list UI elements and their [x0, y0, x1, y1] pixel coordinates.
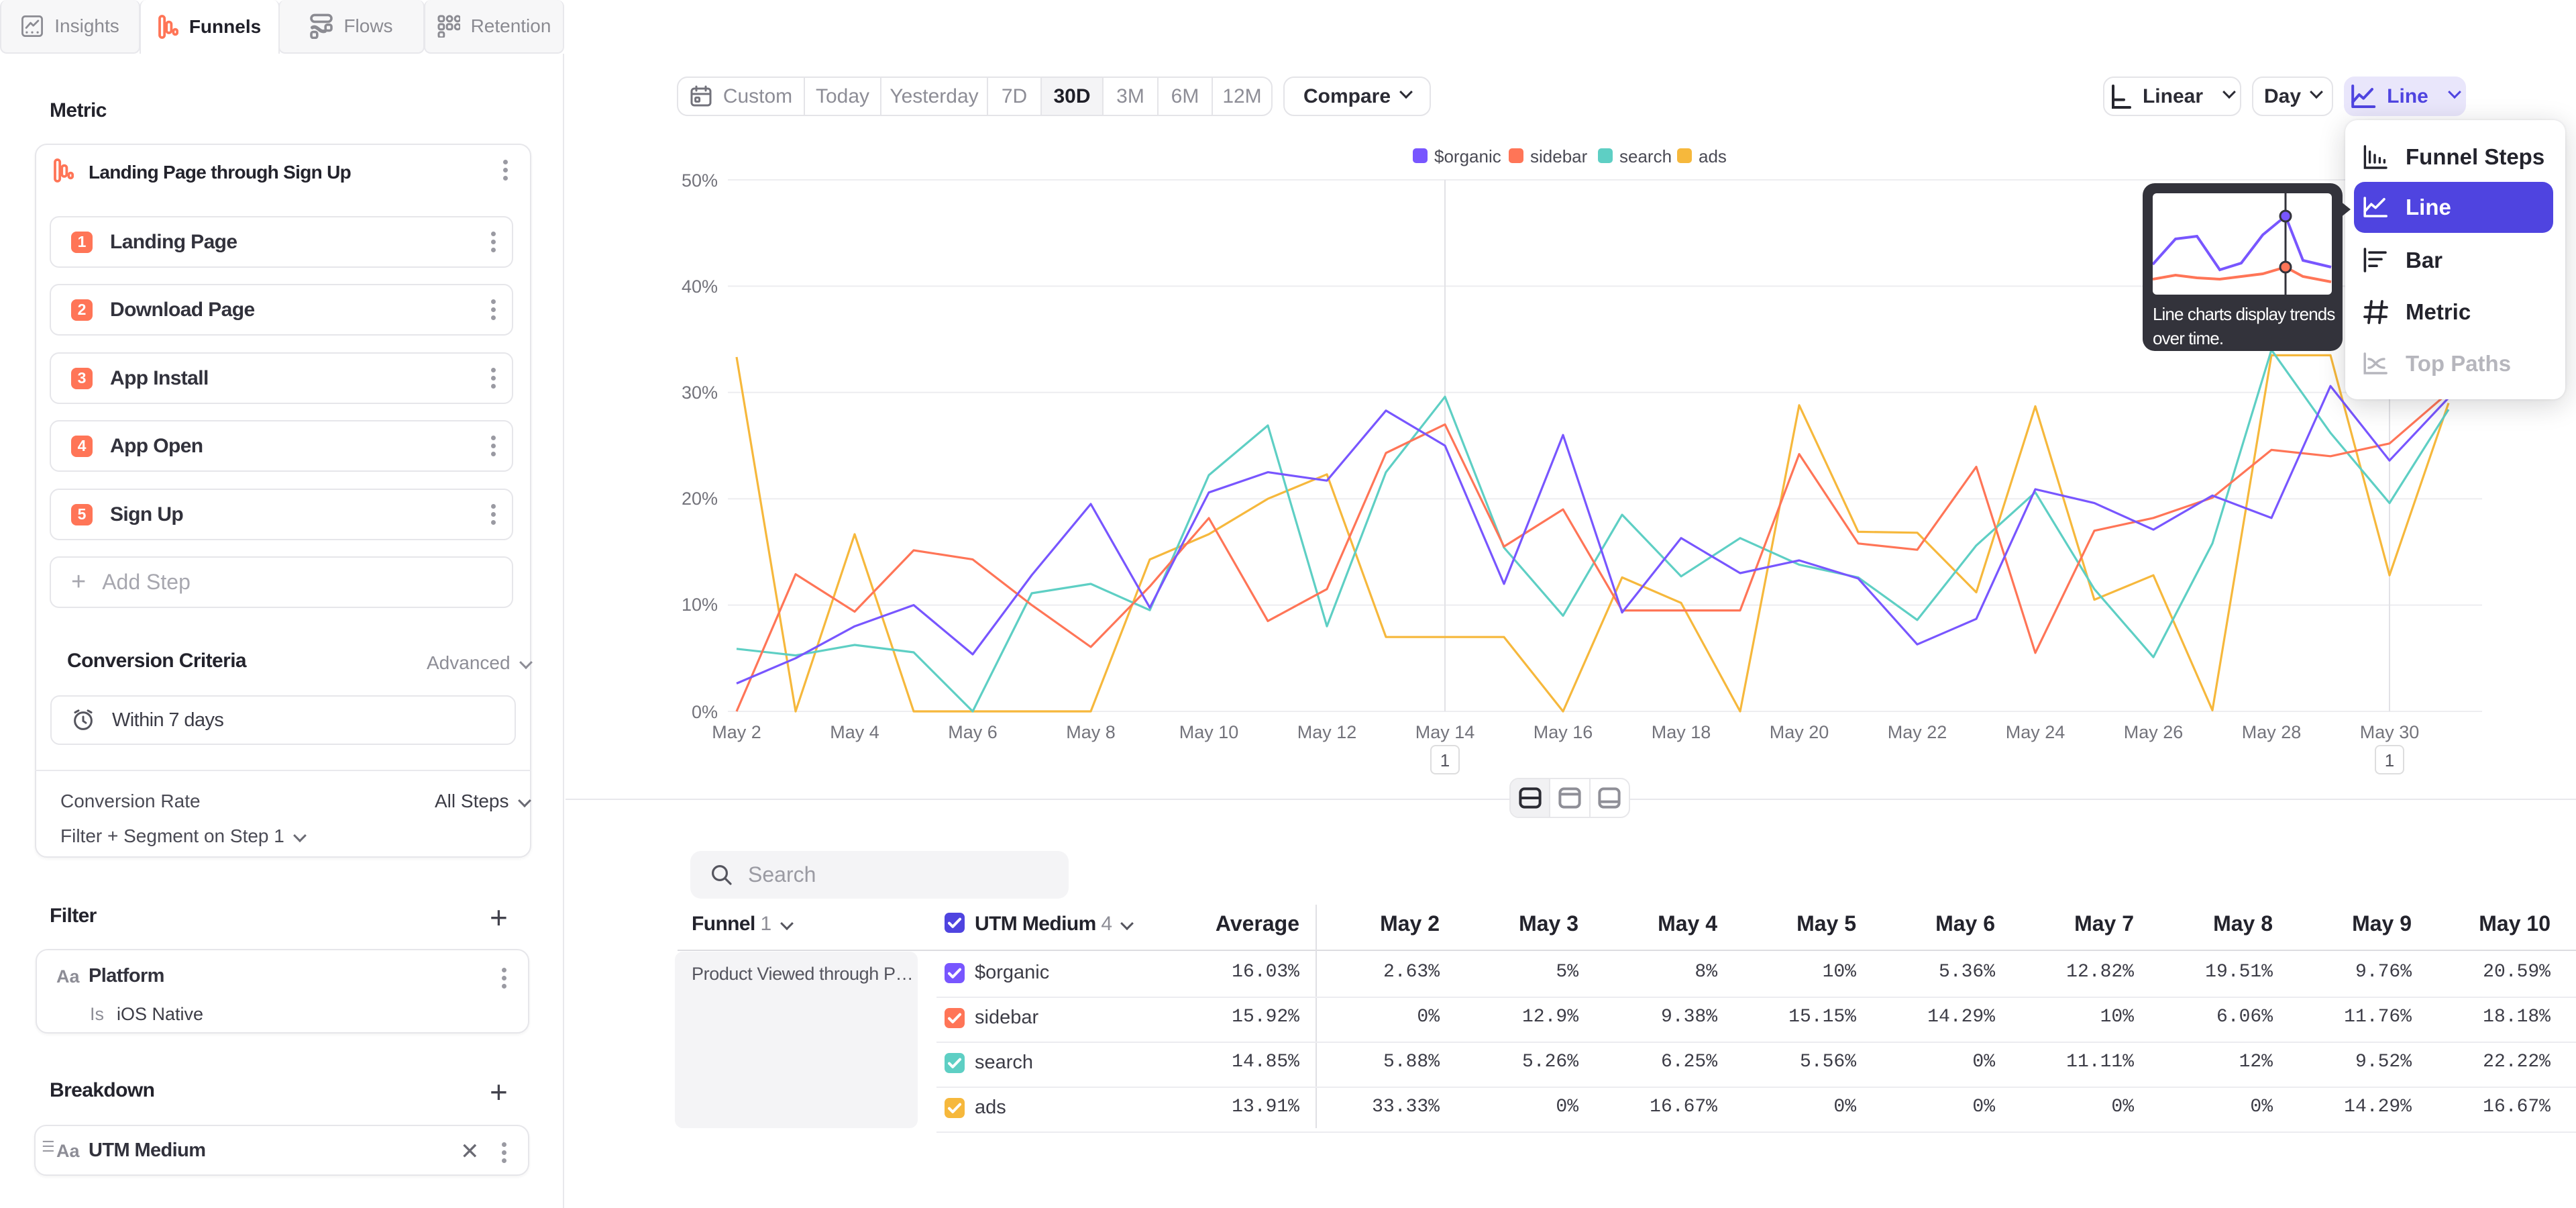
svg-text:sidebar: sidebar	[1530, 146, 1588, 166]
svg-text:20%: 20%	[682, 489, 718, 509]
svg-text:May 26: May 26	[2124, 722, 2184, 742]
svg-text:May 10: May 10	[1179, 722, 1239, 742]
svg-text:May 8: May 8	[1066, 722, 1116, 742]
svg-text:May 4: May 4	[830, 722, 879, 742]
svg-text:$organic: $organic	[1434, 146, 1501, 166]
svg-text:May 20: May 20	[1770, 722, 1829, 742]
svg-text:May 14: May 14	[1415, 722, 1475, 742]
svg-text:0%: 0%	[692, 702, 718, 722]
svg-text:30%: 30%	[682, 383, 718, 403]
svg-text:May 30: May 30	[2360, 722, 2420, 742]
svg-text:May 22: May 22	[1888, 722, 1947, 742]
svg-text:search: search	[1619, 146, 1672, 166]
svg-text:May 28: May 28	[2242, 722, 2302, 742]
svg-text:May 18: May 18	[1652, 722, 1711, 742]
svg-text:May 2: May 2	[712, 722, 761, 742]
svg-text:50%: 50%	[682, 170, 718, 191]
svg-text:ads: ads	[1699, 146, 1727, 166]
svg-text:May 24: May 24	[2006, 722, 2065, 742]
svg-text:40%: 40%	[682, 276, 718, 297]
svg-text:May 16: May 16	[1534, 722, 1593, 742]
svg-text:May 6: May 6	[948, 722, 998, 742]
svg-text:May 12: May 12	[1297, 722, 1357, 742]
svg-text:10%: 10%	[682, 595, 718, 615]
